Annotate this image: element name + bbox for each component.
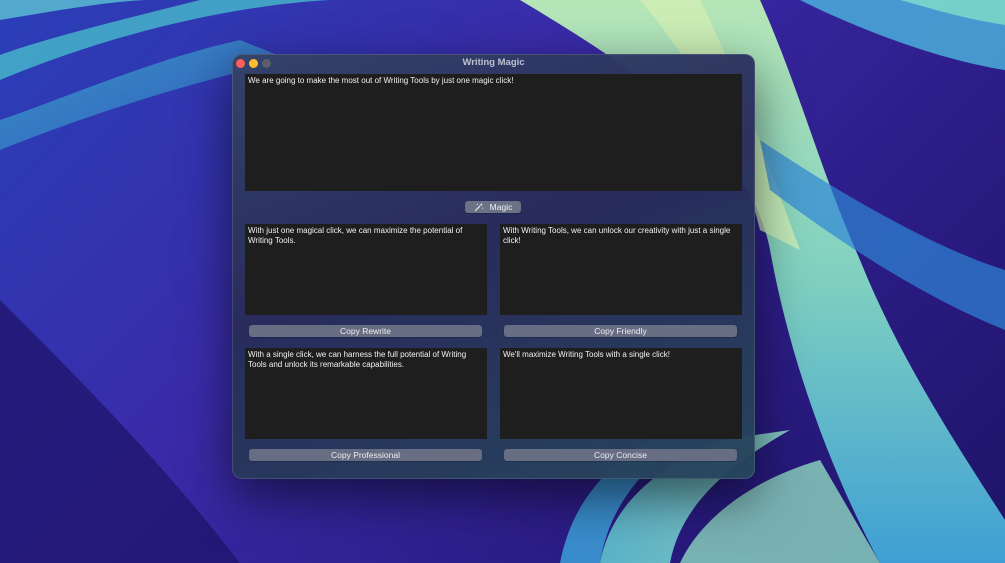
title-bar[interactable]: Writing Magic [232,54,755,72]
copy-friendly-button[interactable]: Copy Friendly [504,325,737,337]
friendly-output-text-area[interactable]: With Writing Tools, we can unlock our cr… [500,224,742,315]
copy-professional-button[interactable]: Copy Professional [249,449,482,461]
magic-button[interactable]: Magic [465,201,521,213]
professional-output-text-area[interactable]: With a single click, we can harness the … [245,348,487,439]
window-title: Writing Magic [462,57,525,68]
rewrite-output-text-area[interactable]: With just one magical click, we can maxi… [245,224,487,315]
copy-rewrite-button[interactable]: Copy Rewrite [249,325,482,337]
magic-button-label: Magic [489,202,513,212]
app-window: Writing Magic We are going to make the m… [232,54,755,479]
input-text-area[interactable]: We are going to make the most out of Wri… [245,74,742,191]
concise-output-text-area[interactable]: We'll maximize Writing Tools with a sing… [500,348,742,439]
copy-concise-button[interactable]: Copy Concise [504,449,737,461]
magic-wand-icon [474,202,484,212]
